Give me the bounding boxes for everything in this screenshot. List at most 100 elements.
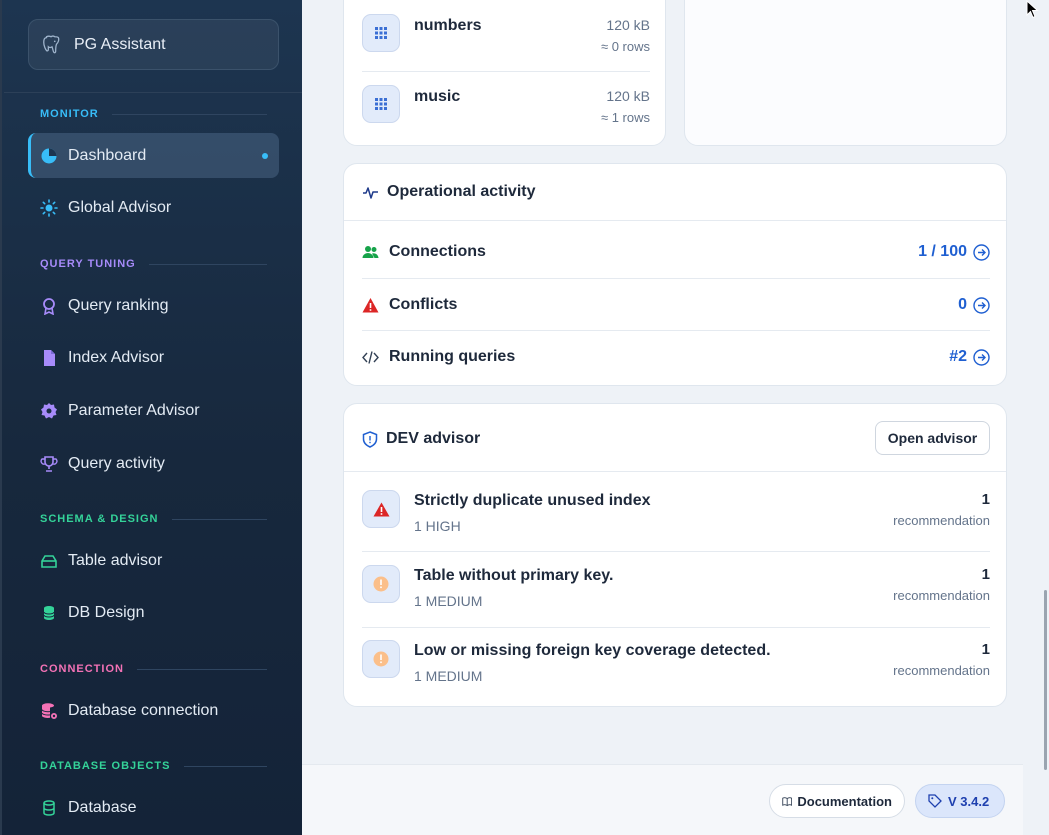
- table-row-count: ≈ 0 rows: [600, 39, 650, 54]
- table-size: 120 kB: [606, 17, 650, 33]
- header-divider: [344, 471, 1006, 472]
- sidebar-item-label: Parameter Advisor: [68, 401, 200, 419]
- advisor-item[interactable]: Table without primary key. 1 MEDIUM 1 re…: [362, 551, 990, 626]
- version-badge[interactable]: V 3.4.2: [915, 784, 1005, 818]
- advisor-item-title: Low or missing foreign key coverage dete…: [414, 642, 771, 659]
- advisor-item-title: Strictly duplicate unused index: [414, 492, 651, 509]
- section-monitor: MONITOR: [40, 108, 267, 120]
- table-grid-icon: [362, 14, 400, 52]
- sidebar-item-db-design[interactable]: DB Design: [28, 590, 279, 635]
- operational-activity-card: Operational activity Connections 1 / 100…: [343, 163, 1007, 386]
- sidebar-item-label: Database: [68, 798, 137, 816]
- warning-icon: [362, 490, 400, 528]
- table-name: music: [414, 88, 461, 105]
- sidebar: PG Assistant MONITOR Dashboard Global Ad…: [0, 0, 304, 835]
- sidebar-item-label: Index Advisor: [68, 348, 165, 366]
- sidebar-item-dashboard[interactable]: Dashboard: [28, 133, 279, 178]
- table-size: 120 kB: [606, 88, 650, 104]
- op-value: 0: [958, 296, 967, 313]
- file-icon: [40, 349, 58, 367]
- footer: Documentation V 3.4.2: [302, 764, 1023, 835]
- op-value: 1 / 100: [918, 243, 967, 260]
- database-icon: [40, 604, 58, 622]
- section-label: CONNECTION: [40, 663, 124, 675]
- advisor-item[interactable]: Low or missing foreign key coverage dete…: [362, 626, 990, 701]
- section-connection: CONNECTION: [40, 663, 267, 675]
- sidebar-item-label: Global Advisor: [68, 198, 172, 216]
- postgres-elephant-icon: [43, 34, 60, 53]
- sidebar-item-table-advisor[interactable]: Table advisor: [28, 538, 279, 583]
- op-label: Running queries: [389, 348, 516, 365]
- sidebar-item-label: Dashboard: [68, 146, 147, 164]
- table-row[interactable]: numbers 120 kB ≈ 0 rows: [362, 1, 650, 71]
- arrow-right-circle-icon[interactable]: [973, 243, 990, 261]
- advisor-item-count: 1: [981, 491, 990, 508]
- section-database-objects: DATABASE OBJECTS: [40, 760, 267, 772]
- advisor-item[interactable]: Strictly duplicate unused index 1 HIGH 1…: [362, 476, 990, 551]
- layers-icon: [40, 552, 58, 570]
- activity-icon: [363, 186, 378, 199]
- card-title: DEV advisor: [386, 430, 481, 447]
- table-name: numbers: [414, 17, 482, 34]
- section-label: QUERY TUNING: [40, 258, 136, 270]
- advisor-item-unit: recommendation: [893, 663, 990, 678]
- documentation-link[interactable]: Documentation: [769, 784, 905, 818]
- main-content: numbers 120 kB ≈ 0 rows music 120 kB ≈ 1…: [302, 0, 1049, 835]
- table-row[interactable]: music 120 kB ≈ 1 rows: [362, 72, 650, 142]
- advisor-item-count: 1: [981, 641, 990, 658]
- tables-card: numbers 120 kB ≈ 0 rows music 120 kB ≈ 1…: [343, 0, 666, 146]
- sun-icon: [40, 198, 58, 217]
- op-row-running-queries[interactable]: Running queries #2: [362, 331, 990, 383]
- code-icon: [362, 349, 379, 366]
- sidebar-item-label: Query activity: [68, 454, 165, 472]
- header-divider: [344, 220, 1006, 221]
- sidebar-item-query-ranking[interactable]: Query ranking: [28, 283, 279, 328]
- sidebar-divider: [4, 92, 304, 93]
- sidebar-item-label: Table advisor: [68, 551, 163, 569]
- op-label: Conflicts: [389, 296, 458, 313]
- dev-advisor-card: DEV advisor Open advisor Strictly duplic…: [343, 403, 1007, 707]
- section-label: SCHEMA & DESIGN: [40, 513, 159, 525]
- app-title: PG Assistant: [74, 35, 166, 53]
- sidebar-item-label: DB Design: [68, 603, 145, 621]
- sidebar-item-global-advisor[interactable]: Global Advisor: [28, 185, 279, 230]
- warning-icon: [362, 297, 379, 314]
- card-header: Operational activity: [362, 183, 536, 201]
- arrow-right-circle-icon[interactable]: [973, 348, 990, 366]
- sidebar-item-label: Query ranking: [68, 296, 169, 314]
- shield-icon: [362, 430, 378, 448]
- sidebar-item-database[interactable]: Database: [28, 785, 279, 830]
- op-row-connections[interactable]: Connections 1 / 100: [362, 226, 990, 278]
- card-header: DEV advisor: [362, 430, 480, 448]
- database-gear-icon: [40, 702, 58, 720]
- documentation-label: Documentation: [797, 793, 892, 809]
- arrow-right-circle-icon[interactable]: [973, 296, 990, 314]
- table-row-count: ≈ 1 rows: [600, 110, 650, 125]
- sidebar-item-parameter-advisor[interactable]: Parameter Advisor: [28, 388, 279, 433]
- op-row-conflicts[interactable]: Conflicts 0: [362, 279, 990, 331]
- mouse-cursor-icon: [1026, 0, 1039, 19]
- advisor-item-unit: recommendation: [893, 513, 990, 528]
- active-indicator-dot: [262, 153, 268, 159]
- open-advisor-button[interactable]: Open advisor: [875, 421, 990, 455]
- op-label: Connections: [389, 243, 486, 260]
- app-brand[interactable]: PG Assistant: [28, 19, 279, 70]
- gear-icon: [40, 402, 58, 420]
- advisor-item-severity: 1 MEDIUM: [414, 668, 483, 684]
- book-icon: [782, 796, 793, 806]
- section-label: DATABASE OBJECTS: [40, 760, 171, 772]
- pie-chart-icon: [40, 147, 58, 165]
- info-circle-icon: [362, 565, 400, 603]
- scrollbar-thumb[interactable]: [1044, 590, 1047, 770]
- advisor-item-unit: recommendation: [893, 588, 990, 603]
- advisor-item-title: Table without primary key.: [414, 567, 614, 584]
- sidebar-item-index-advisor[interactable]: Index Advisor: [28, 335, 279, 380]
- op-value: #2: [949, 348, 967, 365]
- card-title: Operational activity: [387, 183, 536, 200]
- sidebar-item-query-activity[interactable]: Query activity: [28, 441, 279, 486]
- users-icon: [362, 244, 379, 261]
- trophy-icon: [40, 455, 58, 473]
- database-icon: [40, 799, 58, 817]
- sidebar-item-database-connection[interactable]: Database connection: [28, 688, 279, 733]
- advisor-item-severity: 1 HIGH: [414, 518, 461, 534]
